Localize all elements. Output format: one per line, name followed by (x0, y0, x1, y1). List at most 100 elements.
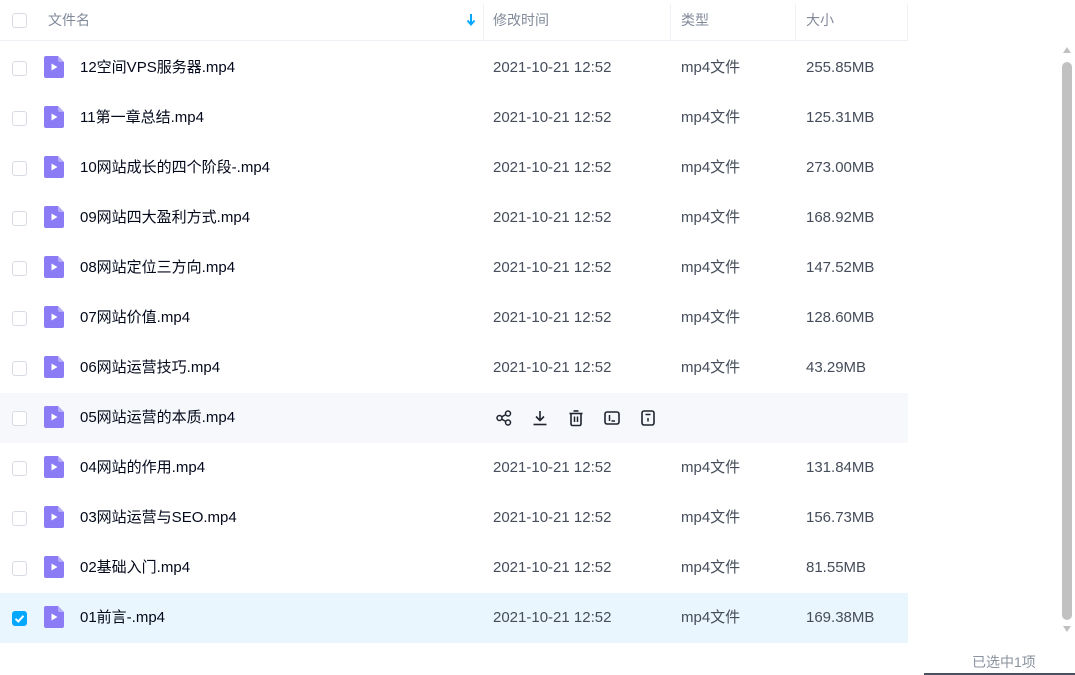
row-checkbox[interactable] (12, 461, 27, 476)
file-name[interactable]: 12空间VPS服务器.mp4 (80, 43, 235, 93)
file-type: mp4文件 (681, 259, 741, 276)
file-name[interactable]: 01前言-.mp4 (80, 593, 165, 643)
file-row[interactable]: 01前言-.mp4 2021-10-21 12:52 mp4文件 169.38MB (0, 593, 908, 643)
file-row[interactable]: 03网站运营与SEO.mp4 2021-10-21 12:52 mp4文件 156.7… (0, 493, 908, 543)
video-file-icon (44, 556, 64, 578)
file-type: mp4文件 (681, 209, 741, 226)
video-file-icon (44, 306, 64, 328)
file-name[interactable]: 06网站运营技巧.mp4 (80, 343, 220, 393)
file-name[interactable]: 03网站运营与SEO.mp4 (80, 493, 237, 543)
file-name[interactable]: 10网站成长的四个阶段-.mp4 (80, 143, 270, 193)
row-checkbox[interactable] (12, 111, 27, 126)
row-checkbox[interactable] (12, 161, 27, 176)
download-icon[interactable] (529, 407, 551, 429)
file-size: 147.52MB (806, 259, 875, 276)
file-row[interactable]: 05网站运营的本质.mp4 (0, 393, 908, 443)
column-divider[interactable] (670, 4, 671, 40)
select-all-checkbox[interactable] (12, 13, 27, 28)
row-checkbox[interactable] (12, 61, 27, 76)
file-name[interactable]: 08网站定位三方向.mp4 (80, 243, 235, 293)
video-file-icon (44, 56, 64, 78)
file-modified-time: 2021-10-21 12:52 (493, 209, 612, 226)
column-header-time[interactable]: 修改时间 (493, 0, 549, 41)
file-type: mp4文件 (681, 159, 741, 176)
column-header-size[interactable]: 大小 (806, 0, 834, 41)
file-type: mp4文件 (681, 309, 741, 326)
file-name[interactable]: 11第一章总结.mp4 (80, 93, 204, 143)
file-type: mp4文件 (681, 559, 741, 576)
file-modified-time: 2021-10-21 12:52 (493, 609, 612, 626)
file-row[interactable]: 11第一章总结.mp4 2021-10-21 12:52 mp4文件 125.31MB (0, 93, 908, 143)
file-modified-time: 2021-10-21 12:52 (493, 259, 612, 276)
file-size: 125.31MB (806, 109, 875, 126)
file-row[interactable]: 10网站成长的四个阶段-.mp4 2021-10-21 12:52 mp4文件 273… (0, 143, 908, 193)
file-modified-time: 2021-10-21 12:52 (493, 509, 612, 526)
file-modified-time: 2021-10-21 12:52 (493, 59, 612, 76)
file-size: 131.84MB (806, 459, 875, 476)
video-file-icon (44, 456, 64, 478)
file-row[interactable]: 02基础入门.mp4 2021-10-21 12:52 mp4文件 81.55MB (0, 543, 908, 593)
file-row[interactable]: 12空间VPS服务器.mp4 2021-10-21 12:52 mp4文件 255.8… (0, 43, 908, 93)
file-name[interactable]: 07网站价值.mp4 (80, 293, 190, 343)
rename-icon[interactable] (601, 407, 623, 429)
column-divider[interactable] (795, 4, 796, 40)
file-row[interactable]: 04网站的作用.mp4 2021-10-21 12:52 mp4文件 131.84MB (0, 443, 908, 493)
file-type: mp4文件 (681, 359, 741, 376)
column-header-name[interactable]: 文件名 (48, 0, 90, 41)
row-checkbox[interactable] (12, 261, 27, 276)
more-icon[interactable] (637, 407, 659, 429)
file-size: 169.38MB (806, 609, 875, 626)
video-file-icon (44, 106, 64, 128)
delete-icon[interactable] (565, 407, 587, 429)
file-modified-time: 2021-10-21 12:52 (493, 109, 612, 126)
row-checkbox[interactable] (12, 511, 27, 526)
file-row[interactable]: 08网站定位三方向.mp4 2021-10-21 12:52 mp4文件 147.52… (0, 243, 908, 293)
sort-down-icon[interactable] (466, 13, 476, 27)
file-size: 43.29MB (806, 359, 867, 376)
selection-count: 已选中1项 (972, 654, 1036, 670)
file-type: mp4文件 (681, 609, 741, 626)
file-size: 81.55MB (806, 559, 867, 576)
column-header-type[interactable]: 类型 (681, 0, 709, 41)
file-row[interactable]: 07网站价值.mp4 2021-10-21 12:52 mp4文件 128.60MB (0, 293, 908, 343)
file-size: 156.73MB (806, 509, 875, 526)
column-divider (907, 4, 908, 40)
file-modified-time: 2021-10-21 12:52 (493, 359, 612, 376)
file-name[interactable]: 02基础入门.mp4 (80, 543, 190, 593)
file-list: 12空间VPS服务器.mp4 2021-10-21 12:52 mp4文件 255.8… (0, 43, 908, 643)
file-name[interactable]: 04网站的作用.mp4 (80, 443, 205, 493)
file-type: mp4文件 (681, 59, 741, 76)
file-name[interactable]: 05网站运营的本质.mp4 (80, 393, 235, 443)
row-checkbox[interactable] (12, 411, 27, 426)
file-type: mp4文件 (681, 459, 741, 476)
scroll-down-arrow-icon[interactable] (1063, 626, 1071, 632)
row-checkbox[interactable] (12, 311, 27, 326)
file-name[interactable]: 09网站四大盈利方式.mp4 (80, 193, 250, 243)
video-file-icon (44, 206, 64, 228)
share-icon[interactable] (493, 407, 515, 429)
video-file-icon (44, 156, 64, 178)
file-list-header: 文件名 修改时间 类型 大小 (0, 0, 908, 41)
file-size: 273.00MB (806, 159, 875, 176)
file-type: mp4文件 (681, 109, 741, 126)
video-file-icon (44, 606, 64, 628)
file-size: 255.85MB (806, 59, 875, 76)
video-file-icon (44, 356, 64, 378)
row-checkbox[interactable] (12, 361, 27, 376)
file-modified-time: 2021-10-21 12:52 (493, 309, 612, 326)
scrollbar-thumb[interactable] (1062, 62, 1072, 620)
column-divider[interactable] (483, 4, 484, 40)
file-row[interactable]: 06网站运营技巧.mp4 2021-10-21 12:52 mp4文件 43.29MB (0, 343, 908, 393)
file-row[interactable]: 09网站四大盈利方式.mp4 2021-10-21 12:52 mp4文件 168.9… (0, 193, 908, 243)
row-checkbox[interactable] (12, 211, 27, 226)
file-type: mp4文件 (681, 509, 741, 526)
file-modified-time: 2021-10-21 12:52 (493, 559, 612, 576)
video-file-icon (44, 256, 64, 278)
row-checkbox[interactable] (12, 611, 27, 626)
row-checkbox[interactable] (12, 561, 27, 576)
video-file-icon (44, 406, 64, 428)
row-actions (493, 407, 659, 429)
file-modified-time: 2021-10-21 12:52 (493, 159, 612, 176)
file-size: 128.60MB (806, 309, 875, 326)
scroll-up-arrow-icon[interactable] (1063, 47, 1071, 53)
